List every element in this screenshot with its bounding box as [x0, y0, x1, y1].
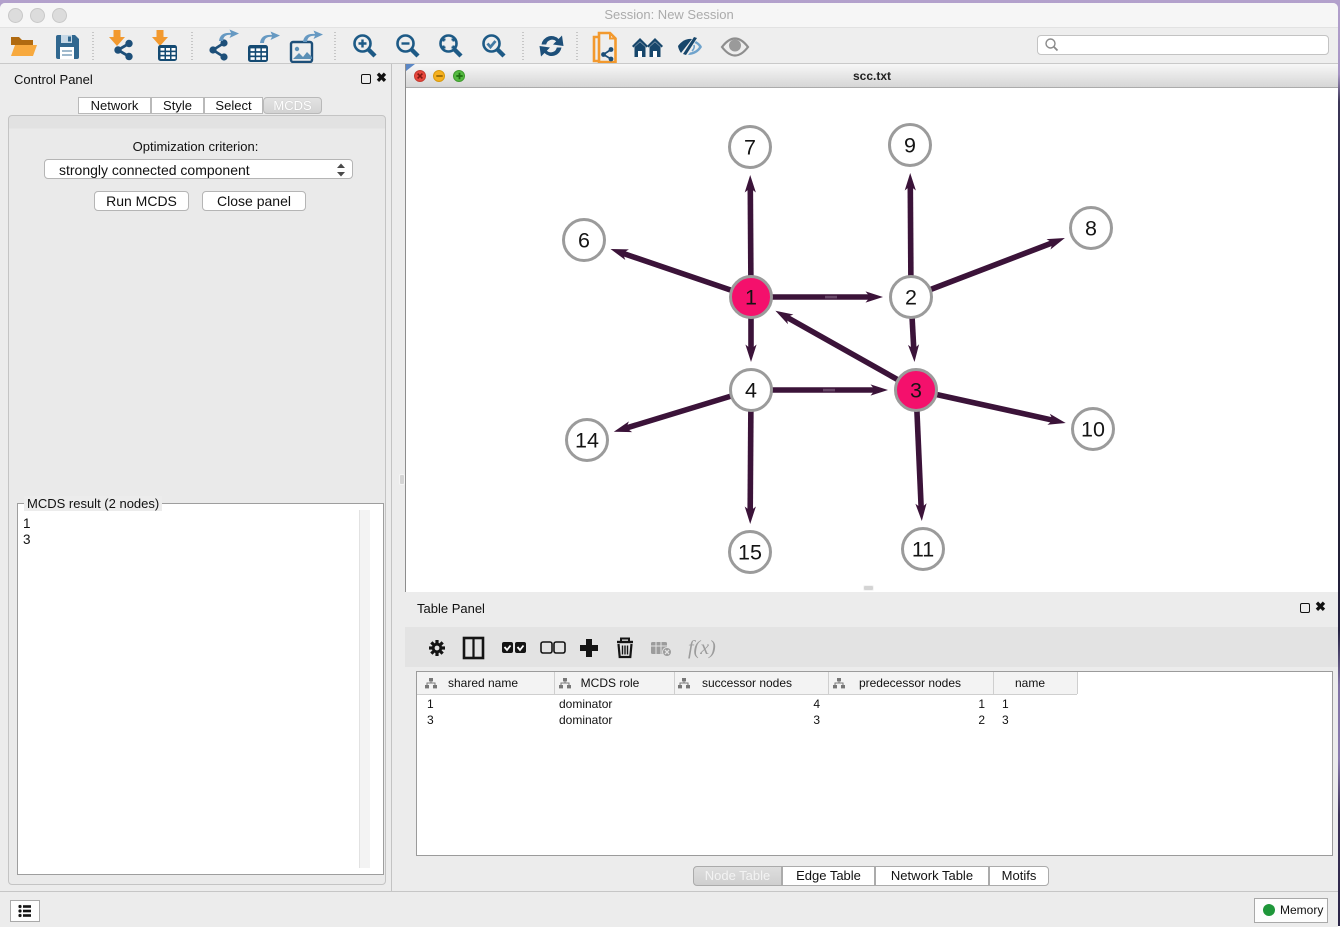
svg-text:f(x): f(x): [688, 637, 716, 659]
svg-text:1: 1: [978, 697, 985, 711]
svg-text:predecessor nodes: predecessor nodes: [859, 676, 961, 690]
svg-text:1: 1: [1002, 697, 1009, 711]
svg-text:2: 2: [905, 286, 917, 310]
svg-text:shared name: shared name: [448, 676, 518, 690]
svg-text:3: 3: [813, 713, 820, 727]
svg-text:11: 11: [912, 538, 934, 562]
svg-text:6: 6: [578, 229, 590, 253]
svg-text:4: 4: [745, 379, 757, 403]
svg-text:7: 7: [744, 136, 756, 160]
svg-text:successor nodes: successor nodes: [702, 676, 792, 690]
svg-text:3: 3: [1002, 713, 1009, 727]
svg-text:1: 1: [745, 286, 757, 310]
svg-text:name: name: [1015, 676, 1045, 690]
svg-text:MCDS role: MCDS role: [581, 676, 640, 690]
svg-text:1: 1: [427, 697, 434, 711]
svg-text:3: 3: [910, 379, 922, 403]
svg-text:dominator: dominator: [559, 713, 612, 727]
svg-text:14: 14: [575, 429, 599, 453]
svg-text:10: 10: [1081, 418, 1105, 442]
svg-text:2: 2: [978, 713, 985, 727]
svg-text:4: 4: [813, 697, 820, 711]
svg-text:dominator: dominator: [559, 697, 612, 711]
svg-text:8: 8: [1085, 217, 1097, 241]
svg-text:3: 3: [427, 713, 434, 727]
svg-text:15: 15: [738, 541, 762, 565]
svg-text:9: 9: [904, 134, 916, 158]
